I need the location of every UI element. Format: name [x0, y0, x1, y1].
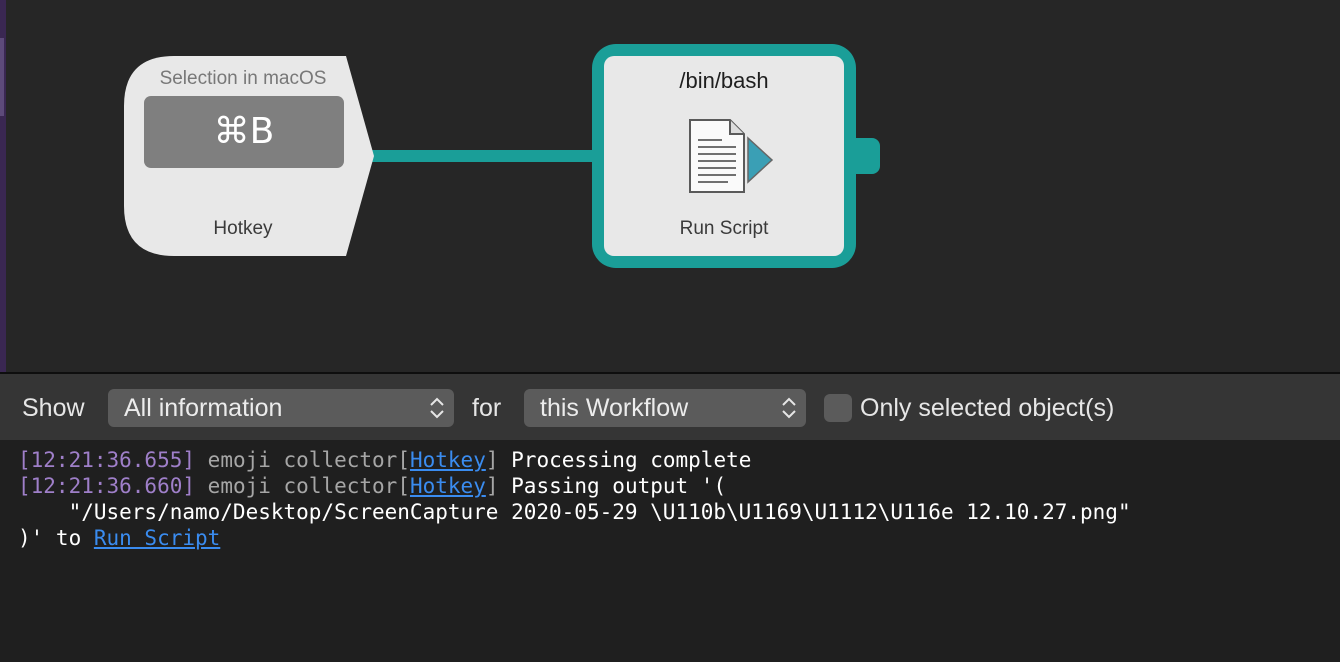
only-selected-checkbox[interactable] — [824, 394, 852, 422]
log-workflow-name: emoji collector — [207, 474, 398, 498]
log-workflow-name: emoji collector — [207, 448, 398, 472]
log-message: Passing output '( — [511, 474, 727, 498]
scope-value: this Workflow — [540, 394, 689, 422]
run-script-node-label: Run Script — [679, 218, 769, 239]
debugger-toolbar: Show All information for this Workflow O… — [0, 374, 1340, 440]
only-selected-label[interactable]: Only selected object(s) — [860, 394, 1114, 423]
workflow-connection[interactable] — [368, 150, 600, 162]
log-source-link[interactable]: Hotkey — [410, 448, 486, 472]
script-language-title: /bin/bash — [679, 68, 769, 93]
run-script-output-connector[interactable] — [852, 138, 880, 174]
log-timestamp: [12:21:36.660] — [18, 474, 196, 498]
log-line: [12:21:36.660] emoji collector[Hotkey] P… — [18, 474, 727, 498]
chevron-up-down-icon — [782, 397, 796, 419]
log-message: Processing complete — [511, 448, 752, 472]
hotkey-combo: ⌘B — [144, 96, 344, 168]
scope-select[interactable]: this Workflow — [524, 389, 806, 427]
log-level-select[interactable]: All information — [108, 389, 454, 427]
show-label: Show — [22, 394, 85, 422]
run-script-node-body: /bin/bash Run Script — [604, 56, 844, 256]
log-line: )' to Run Script — [18, 525, 220, 551]
log-continuation: "/Users/namo/Desktop/ScreenCapture 2020-… — [18, 500, 1131, 524]
canvas-left-accent-bar — [0, 38, 4, 116]
for-label: for — [472, 394, 502, 422]
hotkey-node-label: Hotkey — [213, 218, 273, 239]
debug-log-output[interactable]: [12:21:36.655] emoji collector[Hotkey] P… — [0, 440, 1340, 662]
log-source-link[interactable]: Hotkey — [410, 474, 486, 498]
log-target-link[interactable]: Run Script — [94, 526, 220, 550]
run-script-node[interactable]: /bin/bash Run Script — [592, 44, 856, 268]
log-line: [12:21:36.655] emoji collector[Hotkey] P… — [18, 448, 752, 472]
chevron-up-down-icon — [430, 397, 444, 419]
workflow-canvas[interactable]: Selection in macOS ⌘B Hotkey /bin/bash R… — [0, 0, 1340, 372]
log-timestamp: [12:21:36.655] — [18, 448, 196, 472]
hotkey-trigger-node[interactable]: Selection in macOS ⌘B Hotkey — [124, 56, 376, 256]
hotkey-caption: Selection in macOS — [159, 68, 327, 89]
log-level-value: All information — [124, 394, 283, 422]
script-document-icon — [678, 118, 774, 199]
alfred-workflow-editor: Selection in macOS ⌘B Hotkey /bin/bash R… — [0, 0, 1340, 662]
log-tail-text: )' to — [18, 526, 94, 550]
